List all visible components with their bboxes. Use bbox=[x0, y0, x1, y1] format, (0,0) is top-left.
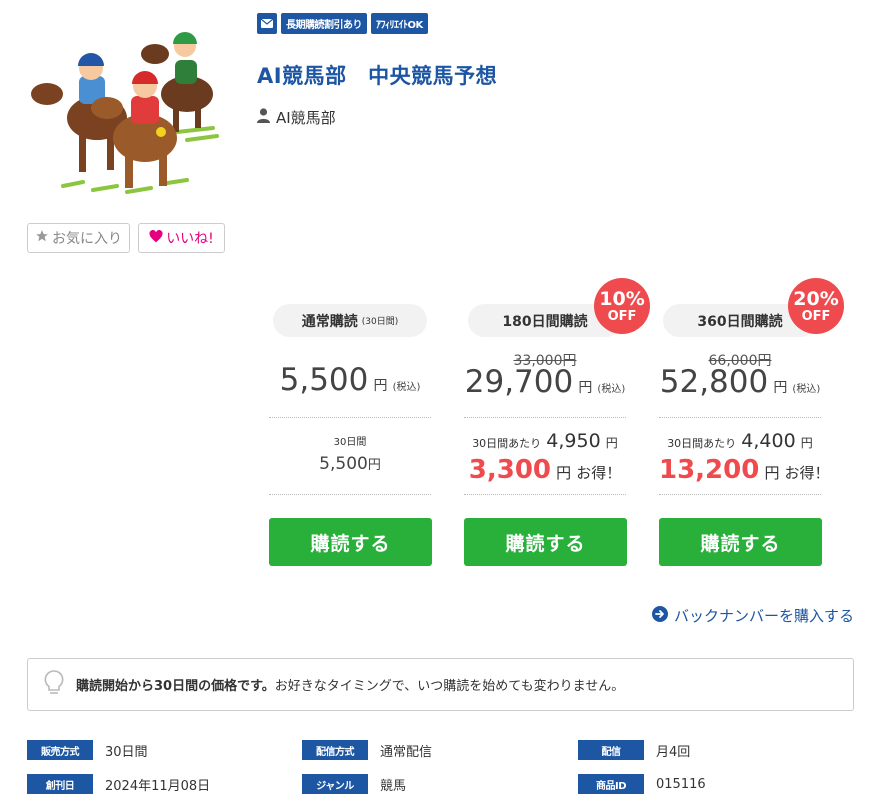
divider bbox=[659, 494, 821, 495]
plan-price: 5,500 円 (税込) bbox=[269, 362, 431, 398]
savings-row: 3,300 円 お得！ bbox=[464, 455, 626, 485]
meta-value: 通常配信 bbox=[380, 744, 433, 760]
price-value: 52,800 bbox=[659, 364, 769, 400]
meta-label: 配信方式 bbox=[302, 740, 368, 760]
discount-off: OFF bbox=[607, 308, 637, 324]
plan-price: 29,700 円 (税込) bbox=[464, 364, 626, 400]
divider bbox=[269, 417, 431, 418]
per-period-label: 30日間あたり bbox=[667, 437, 737, 450]
meta-product-id: 商品ID 015116 bbox=[578, 774, 706, 794]
user-icon bbox=[257, 108, 270, 127]
per-period-row: 30日間あたり 4,400 円 bbox=[659, 430, 821, 452]
discount-badge: 10% OFF bbox=[594, 278, 650, 334]
discount-percent: 10% bbox=[599, 287, 645, 310]
meta-label: 販売方式 bbox=[27, 740, 93, 760]
meta-launch-date: 創刊日 2024年11月08日 bbox=[27, 774, 210, 794]
subscribe-button-360[interactable]: 購読する bbox=[659, 518, 822, 566]
meta-value: 月4回 bbox=[656, 744, 691, 760]
per-period-value: 4,950 bbox=[546, 430, 601, 452]
per-period-yen: 円 bbox=[367, 458, 381, 473]
backnumber-label: バックナンバーを購入する bbox=[673, 607, 854, 625]
star-icon bbox=[35, 229, 49, 247]
per-period-row: 30日間あたり 4,950 円 bbox=[464, 430, 626, 452]
price-yen: 円 bbox=[773, 380, 788, 396]
page-title: AI競馬部 中央競馬予想 bbox=[257, 64, 498, 88]
notice-text: お好きなタイミングで、いつ購読を始めても変わりません。 bbox=[274, 679, 625, 694]
envelope-icon bbox=[257, 13, 277, 34]
heart-icon bbox=[149, 229, 163, 247]
per-period-value: 5,500 bbox=[319, 454, 368, 474]
meta-delivery-frequency: 配信 月4回 bbox=[578, 740, 690, 760]
discount-off: OFF bbox=[801, 308, 831, 324]
per-period-yen: 円 bbox=[605, 436, 618, 450]
per-period-price: 5,500円 bbox=[269, 454, 431, 474]
per-period-yen: 円 bbox=[800, 436, 813, 450]
per-period-label: 30日間あたり bbox=[472, 437, 542, 450]
plan-name: 通常購読 bbox=[301, 313, 358, 330]
divider bbox=[464, 494, 626, 495]
meta-genre: ジャンル 競馬 bbox=[302, 774, 406, 794]
price-value: 5,500 bbox=[279, 362, 369, 398]
plan-head: 通常購読 (30日間) bbox=[273, 304, 427, 337]
author-name: AI競馬部 bbox=[276, 109, 336, 127]
magazine-thumbnail bbox=[27, 14, 223, 210]
discount-badge: 20% OFF bbox=[788, 278, 844, 334]
meta-label: ジャンル bbox=[302, 774, 368, 794]
plan-card-normal: 通常購読 (30日間) 5,500 円 (税込) 30日間 5,500円 購読す… bbox=[269, 282, 432, 572]
badge-affiliate-ok: ｱﾌｨﾘｴｲﾄOK bbox=[371, 13, 428, 34]
badge-group: 長期購読割引あり ｱﾌｨﾘｴｲﾄOK bbox=[257, 13, 428, 34]
meta-delivery-method: 配信方式 通常配信 bbox=[302, 740, 432, 760]
price-notice: 購読開始から30日間の価格です。 お好きなタイミングで、いつ購読を始めても変わり… bbox=[27, 658, 854, 711]
savings-yen: 円 bbox=[764, 464, 780, 482]
discount-percent: 20% bbox=[793, 287, 839, 310]
like-button[interactable]: いいね! bbox=[138, 223, 225, 253]
author[interactable]: AI競馬部 bbox=[257, 107, 336, 128]
plan-card-180: 180日間購読 10% OFF 33,000円 29,700 円 (税込) 30… bbox=[464, 278, 650, 572]
price-yen: 円 bbox=[578, 380, 593, 396]
arrow-circle-right-icon bbox=[651, 605, 668, 626]
meta-label: 商品ID bbox=[578, 774, 644, 794]
like-label: いいね! bbox=[166, 231, 214, 247]
per-period-label: 30日間 bbox=[333, 437, 367, 448]
savings-row: 13,200 円 お得！ bbox=[659, 455, 830, 485]
price-tax: (税込) bbox=[392, 382, 421, 393]
per-period-value: 4,400 bbox=[741, 430, 796, 452]
meta-value[interactable]: 競馬 bbox=[380, 775, 406, 794]
plan-name: 180日間購読 bbox=[502, 313, 588, 330]
backnumber-link[interactable]: バックナンバーを購入する bbox=[651, 605, 854, 626]
savings-value: 13,200 bbox=[659, 455, 760, 485]
subscribe-button-180[interactable]: 購読する bbox=[464, 518, 627, 566]
meta-value: 2024年11月08日 bbox=[105, 778, 211, 794]
divider bbox=[464, 417, 626, 418]
savings-text: お得！ bbox=[576, 464, 622, 482]
divider bbox=[269, 494, 431, 495]
plan-name: 360日間購読 bbox=[697, 313, 783, 330]
subscribe-button-normal[interactable]: 購読する bbox=[269, 518, 432, 566]
divider bbox=[659, 417, 821, 418]
price-tax: (税込) bbox=[792, 384, 821, 395]
meta-value: 015116 bbox=[656, 776, 706, 792]
meta-label: 創刊日 bbox=[27, 774, 93, 794]
savings-yen: 円 bbox=[556, 464, 572, 482]
favorite-button[interactable]: お気に入り bbox=[27, 223, 130, 253]
plan-period-note: (30日間) bbox=[361, 317, 399, 327]
savings-text: お得！ bbox=[784, 464, 830, 482]
favorite-label: お気に入り bbox=[52, 231, 122, 247]
meta-label: 配信 bbox=[578, 740, 644, 760]
lightbulb-icon bbox=[44, 669, 64, 700]
savings-value: 3,300 bbox=[468, 455, 552, 485]
price-yen: 円 bbox=[373, 378, 388, 394]
price-tax: (税込) bbox=[597, 384, 626, 395]
price-value: 29,700 bbox=[464, 364, 574, 400]
plan-card-360: 360日間購読 20% OFF 66,000円 52,800 円 (税込) 30… bbox=[659, 278, 844, 572]
meta-value: 30日間 bbox=[105, 744, 148, 760]
meta-sales-method: 販売方式 30日間 bbox=[27, 740, 148, 760]
plan-price: 52,800 円 (税込) bbox=[659, 364, 821, 400]
badge-long-term-discount: 長期購読割引あり bbox=[281, 13, 367, 34]
notice-bold: 購読開始から30日間の価格です。 bbox=[76, 679, 275, 694]
